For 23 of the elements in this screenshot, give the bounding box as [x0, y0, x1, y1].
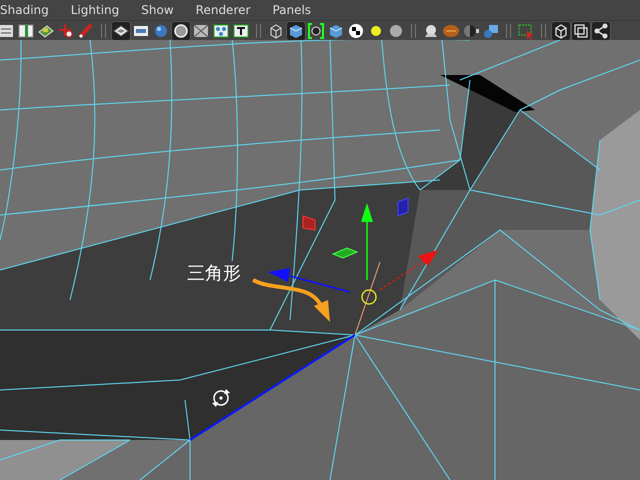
- layers-icon[interactable]: [112, 22, 130, 40]
- cube-icon[interactable]: [287, 22, 305, 40]
- pencil-icon[interactable]: [77, 22, 95, 40]
- menu-item[interactable]: Shading: [0, 3, 60, 17]
- bracket-icon[interactable]: [307, 22, 325, 40]
- checker-ball-icon[interactable]: [347, 22, 365, 40]
- nodes-icon[interactable]: [212, 22, 230, 40]
- mesh-icon[interactable]: [192, 22, 210, 40]
- move-gizmo-drawing[interactable]: [268, 197, 438, 336]
- menu-item[interactable]: Show: [130, 3, 185, 17]
- book-icon[interactable]: [17, 22, 35, 40]
- text-icon[interactable]: [232, 22, 250, 40]
- menu-item[interactable]: Lighting: [60, 3, 130, 17]
- select-box-icon[interactable]: [517, 22, 535, 40]
- menu-item[interactable]: Panels: [261, 3, 322, 17]
- annotation-label: 三角形: [185, 261, 243, 285]
- share-icon[interactable]: [592, 22, 610, 40]
- squares-icon[interactable]: [572, 22, 590, 40]
- rotate-cursor-icon: [212, 389, 230, 407]
- circle-icon[interactable]: [172, 22, 190, 40]
- cube-outline-icon[interactable]: [552, 22, 570, 40]
- menu-item[interactable]: Renderer: [184, 3, 262, 17]
- move-icon[interactable]: [57, 22, 75, 40]
